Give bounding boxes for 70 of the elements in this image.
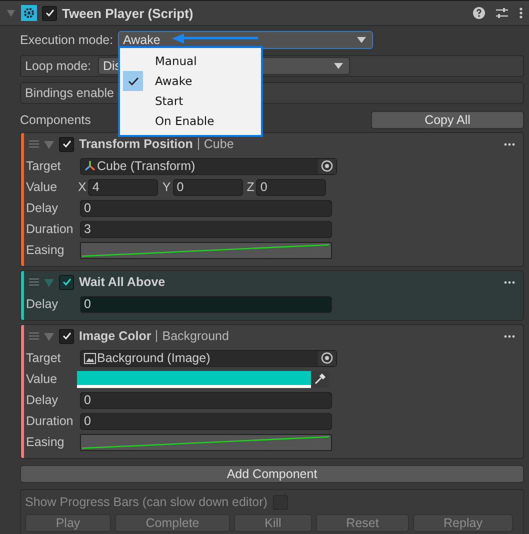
check-icon bbox=[62, 277, 72, 287]
field-label: Delay bbox=[26, 201, 59, 215]
check-icon bbox=[44, 8, 54, 18]
section-label: Components bbox=[20, 113, 91, 127]
checkbox[interactable] bbox=[59, 274, 74, 290]
more-icon[interactable] bbox=[519, 7, 523, 19]
object-field[interactable]: Cube (Transform) bbox=[80, 158, 337, 174]
add-component-button[interactable]: Add Component bbox=[20, 465, 524, 483]
field-label: Value bbox=[26, 372, 58, 386]
check-icon bbox=[62, 331, 72, 341]
checkbox-label: Show Progress Bars (can slow down editor) bbox=[25, 495, 268, 509]
checkbox[interactable] bbox=[42, 6, 57, 20]
field-label: Execution mode: bbox=[20, 33, 114, 47]
more-icon[interactable] bbox=[504, 280, 515, 284]
number-field[interactable]: 0 bbox=[80, 392, 332, 408]
field-label: Duration bbox=[26, 222, 74, 236]
target-picker-icon[interactable] bbox=[321, 352, 333, 364]
component-title: Wait All Above bbox=[79, 275, 166, 289]
checkbox[interactable] bbox=[59, 136, 74, 152]
number-field[interactable]: 0 bbox=[80, 296, 332, 312]
number-field[interactable]: 0 bbox=[80, 412, 332, 430]
gear-icon bbox=[23, 7, 35, 19]
field-label: Target bbox=[26, 159, 62, 173]
field-label: Bindings enable bbox=[25, 86, 114, 100]
component-subtitle: Cube bbox=[198, 138, 234, 150]
field-label: Value bbox=[26, 180, 58, 194]
more-icon[interactable] bbox=[504, 334, 515, 338]
number-field[interactable]: 0 bbox=[256, 178, 326, 196]
target-picker-icon[interactable] bbox=[321, 160, 333, 172]
drag-handle-icon[interactable] bbox=[29, 140, 39, 148]
number-field[interactable]: 3 bbox=[80, 220, 332, 238]
component-title: Tween Player (Script) bbox=[62, 6, 194, 20]
dropdown-arrow-icon bbox=[334, 63, 343, 69]
field-label: Easing bbox=[26, 435, 66, 449]
field-label: Easing bbox=[26, 243, 66, 257]
axis-label: Y bbox=[162, 180, 171, 194]
field-label: Duration bbox=[26, 414, 74, 428]
menu-item[interactable]: On Enable bbox=[120, 111, 261, 131]
axis-label: X bbox=[78, 180, 86, 194]
menu-item[interactable]: Manual bbox=[120, 51, 261, 71]
easing-curve[interactable] bbox=[80, 242, 332, 258]
component-subtitle: Background bbox=[156, 330, 229, 342]
check-icon bbox=[128, 76, 138, 86]
drag-handle-icon[interactable] bbox=[29, 332, 39, 340]
field-label: Delay bbox=[26, 393, 59, 407]
eyedropper-icon[interactable] bbox=[314, 373, 326, 385]
component-title: Transform Position bbox=[79, 137, 193, 151]
object-field[interactable]: Background (Image) bbox=[80, 350, 337, 366]
axis-label: Z bbox=[246, 180, 254, 194]
number-field[interactable]: 0 bbox=[172, 178, 243, 196]
check-icon bbox=[62, 139, 72, 149]
field-label: Target bbox=[26, 351, 62, 365]
image-icon bbox=[84, 352, 96, 364]
easing-curve[interactable] bbox=[80, 434, 332, 450]
field-label: Loop mode: bbox=[25, 59, 92, 73]
axes-icon bbox=[84, 160, 96, 172]
help-icon[interactable] bbox=[473, 7, 485, 19]
menu-item[interactable]: Awake bbox=[120, 71, 261, 91]
color-field[interactable] bbox=[77, 370, 311, 388]
copy-all-button[interactable]: Copy All bbox=[371, 111, 524, 129]
component-title: Image Color bbox=[79, 329, 152, 343]
more-icon[interactable] bbox=[504, 142, 515, 146]
settings-icon[interactable] bbox=[495, 7, 509, 19]
checkbox[interactable] bbox=[59, 328, 74, 344]
number-field[interactable]: 4 bbox=[88, 178, 158, 196]
dropdown-arrow-icon bbox=[357, 37, 366, 43]
drag-handle-icon[interactable] bbox=[29, 278, 39, 286]
number-field[interactable]: 0 bbox=[80, 200, 332, 216]
menu-item[interactable]: Start bbox=[120, 91, 261, 111]
field-label: Delay bbox=[26, 297, 59, 311]
